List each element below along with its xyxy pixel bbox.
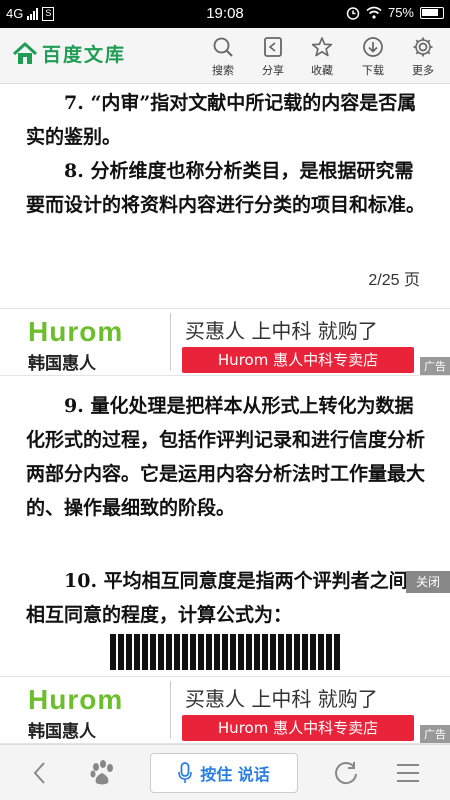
ad-brand-name: 韩国惠人 (28, 722, 96, 742)
share-label: 分享 (262, 64, 284, 77)
app-header: 百度文库 搜索 分享 收藏 下载 更多 (0, 28, 450, 84)
alarm-icon (346, 6, 360, 20)
ad-tag: 广告 (420, 357, 450, 375)
gear-icon (413, 37, 433, 57)
ad-banner[interactable]: Hurom 韩国惠人 买惠人 上中科 就购了 Hurom 惠人中科专卖店 广告 (0, 308, 450, 376)
home-icon (12, 42, 38, 64)
baidu-paw-icon (90, 760, 113, 785)
ad-tag: 广告 (420, 725, 450, 743)
battery-percent: 75% (387, 5, 414, 20)
share-button[interactable]: 分享 (253, 34, 293, 78)
favorite-label: 收藏 (311, 64, 333, 77)
ad-divider (170, 681, 171, 739)
bottom-bar: 按住 说话 (0, 744, 450, 800)
ad-logo: Hurom (28, 316, 124, 347)
search-icon (213, 37, 233, 57)
formula-image (110, 634, 340, 670)
menu-button[interactable] (390, 757, 426, 789)
status-bar: 4G S 19:08 75% (0, 0, 450, 28)
chevron-left-icon (33, 762, 45, 784)
ad-slogan: 买惠人 上中科 就购了 (185, 319, 378, 343)
voice-input-label: 按住 说话 (200, 765, 270, 784)
ad-logo: Hurom (28, 684, 124, 715)
star-icon (311, 37, 333, 57)
baidu-button[interactable] (84, 757, 120, 789)
more-label: 更多 (412, 64, 434, 77)
search-button[interactable]: 搜索 (203, 34, 243, 78)
app-name: 百度文库 (42, 44, 127, 66)
voice-input-button[interactable]: 按住 说话 (150, 753, 298, 793)
document-viewer[interactable]: 7. “内审”指对文献中所记载的内容是否属实的鉴别。 8. 分析维度也称分析类目… (0, 84, 450, 744)
ad-brand: Hurom 韩国惠人 (28, 316, 124, 375)
more-button[interactable]: 更多 (403, 34, 443, 78)
paragraph-9: 9. 量化处理是把样本从形式上转化为数据化形式的过程，包括作评判记录和进行信度分… (26, 395, 426, 519)
ad-cta-button[interactable]: Hurom 惠人中科专卖店 (182, 715, 414, 741)
paragraph-7: 7. “内审”指对文献中所记载的内容是否属实的鉴别。 (26, 92, 417, 148)
favorite-button[interactable]: 收藏 (302, 34, 342, 78)
menu-icon (397, 764, 419, 782)
share-icon (264, 37, 282, 57)
download-button[interactable]: 下载 (353, 34, 393, 78)
paragraph-8: 8. 分析维度也称分析类目，是根据研究需要而设计的将资料内容进行分类的项目和标准… (26, 160, 426, 216)
battery-icon (420, 6, 444, 19)
status-right: 75% (346, 5, 444, 20)
page-number: 2/25 页 (368, 272, 420, 289)
refresh-icon (335, 762, 357, 785)
ad-brand: Hurom 韩国惠人 (28, 684, 124, 743)
ad-banner-bottom[interactable]: Hurom 韩国惠人 买惠人 上中科 就购了 Hurom 惠人中科专卖店 广告 (0, 676, 450, 744)
paragraph-10: 10. 平均相互同意度是指两个评判者之间相互同意的程度，计算公式为： (26, 570, 408, 626)
ad-slogan: 买惠人 上中科 就购了 (185, 687, 378, 711)
app-logo[interactable]: 百度文库 (12, 40, 126, 67)
ad-cta-button[interactable]: Hurom 惠人中科专卖店 (182, 347, 414, 373)
microphone-icon (178, 762, 193, 783)
download-icon (363, 37, 383, 57)
ad-brand-name: 韩国惠人 (28, 354, 96, 374)
ad-divider (170, 313, 171, 371)
refresh-button[interactable] (328, 757, 364, 789)
download-label: 下载 (362, 64, 384, 77)
back-button[interactable] (22, 757, 58, 789)
search-label: 搜索 (212, 64, 234, 77)
wifi-icon (366, 6, 382, 19)
close-ad-button[interactable]: 关闭 (406, 571, 450, 593)
